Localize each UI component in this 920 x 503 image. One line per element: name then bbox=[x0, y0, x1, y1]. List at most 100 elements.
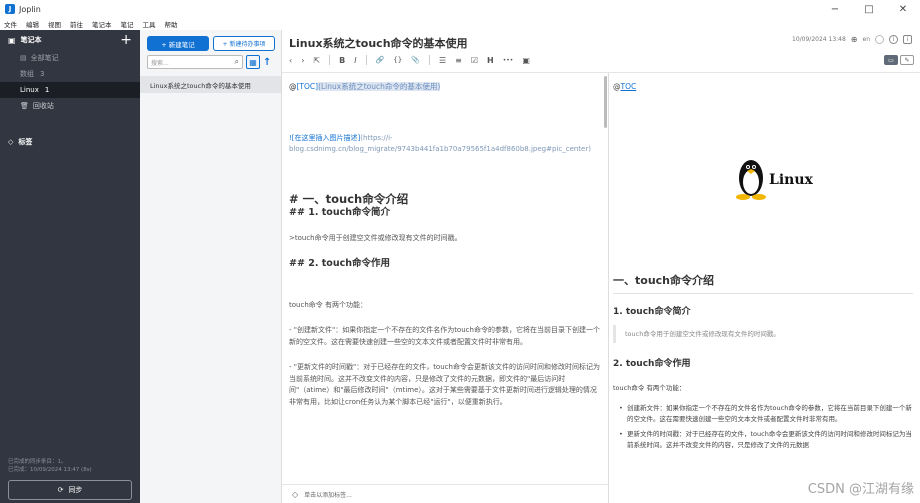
md-heading-2b: ## 2. touch命令作用 bbox=[289, 258, 390, 269]
info-icon[interactable]: i bbox=[903, 35, 912, 44]
trash-icon: 🗑 bbox=[20, 102, 29, 110]
pv-blockquote: touch命令用于创建空文件或修改现有文件的时间戳。 bbox=[613, 325, 913, 343]
sidebar-item-linux[interactable]: Linux 1 bbox=[0, 82, 140, 98]
sync-info: 已完成的同步条目：1。 已完成：10/09/2024 13:47 (8s) bbox=[8, 458, 92, 474]
calendar-icon: ▦ bbox=[249, 57, 257, 67]
md-heading-2a: ## 1. touch命令简介 bbox=[289, 207, 390, 218]
menu-help[interactable]: 帮助 bbox=[165, 19, 178, 29]
linux-logo-image: Linux bbox=[736, 160, 814, 200]
forward-icon[interactable]: › bbox=[301, 56, 304, 65]
attach-icon[interactable]: 📎 bbox=[411, 56, 420, 64]
layout-toggle: ▭ ✎ bbox=[884, 55, 914, 65]
spellcheck-language[interactable]: en bbox=[863, 36, 871, 43]
notebooks-header[interactable]: ▣ 笔记本 + bbox=[0, 30, 140, 50]
minimize-button[interactable]: − bbox=[818, 0, 852, 18]
sort-direction-icon[interactable]: ↑ bbox=[263, 57, 271, 68]
new-note-button[interactable]: + 新建笔记 bbox=[147, 36, 209, 51]
toolbar-divider bbox=[329, 55, 331, 65]
editor-toolbar: ‹ › ⇱ B I 🔗 {} 📎 ☰ ≡ ☑ H ••• ▣ bbox=[289, 55, 530, 65]
notebook-count: 1 bbox=[44, 86, 50, 94]
md-toc-line: @[TOC](Linux系统之touch命令的基本使用) bbox=[289, 81, 600, 93]
note-meta: 10/09/2024 13:48 ⊕ en i i bbox=[792, 35, 912, 44]
editor-panel: Linux系统之touch命令的基本使用 10/09/2024 13:48 ⊕ … bbox=[282, 30, 920, 503]
link-icon[interactable]: 🔗 bbox=[376, 56, 385, 64]
external-edit-icon[interactable]: ⇱ bbox=[313, 56, 320, 65]
tags-header[interactable]: ◇ 标签 bbox=[0, 132, 140, 152]
md-toc-link: [TOC] bbox=[296, 82, 319, 91]
linux-logo-text: Linux bbox=[769, 172, 814, 188]
search-placeholder: 搜索... bbox=[151, 59, 169, 67]
note-list-panel: + 新建笔记 + 新建待办事项 搜索... ⌕ ▦ ↑ Linux系统之touc… bbox=[140, 30, 282, 503]
sync-status-line: 已完成的同步条目：1。 bbox=[8, 459, 67, 465]
sync-button[interactable]: ⟳ 同步 bbox=[8, 480, 132, 500]
split-view-icon[interactable]: ▭ bbox=[884, 55, 898, 65]
toolbar-divider bbox=[365, 55, 367, 65]
bullet-list-icon[interactable]: ☰ bbox=[439, 56, 446, 65]
toolbar-divider bbox=[428, 55, 430, 65]
editor-scrollbar[interactable] bbox=[604, 76, 607, 128]
menu-file[interactable]: 文件 bbox=[4, 19, 17, 29]
tag-bar[interactable]: ◇ 单击以添加标签... bbox=[282, 484, 608, 503]
tag-bar-placeholder: 单击以添加标签... bbox=[304, 491, 352, 499]
menu-tools[interactable]: 工具 bbox=[143, 19, 156, 29]
pv-list: 创建新文件：如果你指定一个不存在的文件名作为touch命令的参数，它将在当前目录… bbox=[613, 403, 913, 455]
code-icon[interactable]: {} bbox=[393, 56, 402, 64]
markdown-editor[interactable]: @[TOC](Linux系统之touch命令的基本使用) ![在这里插入图片描述… bbox=[282, 73, 608, 503]
title-bar: J Joplin − □ ✕ bbox=[0, 0, 920, 18]
pv-toc-link[interactable]: TOC bbox=[621, 82, 637, 91]
sidebar-item-arrays[interactable]: 数组 3 bbox=[0, 66, 140, 82]
alarm-icon[interactable] bbox=[875, 35, 884, 44]
search-icon: ⌕ bbox=[234, 57, 239, 66]
menu-go[interactable]: 前往 bbox=[70, 19, 83, 29]
notebooks-label: 笔记本 bbox=[20, 36, 42, 44]
note-date[interactable]: 10/09/2024 13:48 bbox=[792, 36, 846, 43]
pv-at-sign: @ bbox=[613, 82, 621, 91]
new-todo-button[interactable]: + 新建待办事项 bbox=[213, 36, 275, 51]
close-button[interactable]: ✕ bbox=[886, 0, 920, 18]
pv-list-item-2: 更新文件的时间戳：对于已经存在的文件，touch命令会更新该文件的访问时间和修改… bbox=[613, 429, 913, 451]
list-item[interactable]: Linux系统之touch命令的基本使用 bbox=[140, 76, 281, 93]
edit-mode-icon[interactable]: ✎ bbox=[900, 55, 914, 65]
md-list-item-2: - "更新文件的时间戳"：对于已经存在的文件，touch命令会更新该文件的访问时… bbox=[289, 363, 600, 406]
menu-note[interactable]: 笔记 bbox=[121, 19, 134, 29]
joplin-logo-icon: J bbox=[5, 4, 15, 14]
menu-bar: 文件 编辑 视图 前往 笔记本 笔记 工具 帮助 bbox=[0, 18, 920, 30]
all-notes-icon: ▤ bbox=[20, 54, 27, 62]
search-input[interactable]: 搜索... ⌕ bbox=[147, 55, 243, 69]
sort-order-button[interactable]: ▦ bbox=[246, 55, 260, 69]
maximize-button[interactable]: □ bbox=[852, 0, 886, 18]
sync-time-line: 已完成：10/09/2024 13:47 (8s) bbox=[8, 467, 92, 473]
checklist-icon[interactable]: ☑ bbox=[471, 56, 478, 65]
sidebar-item-label: 全部笔记 bbox=[30, 54, 59, 62]
md-image-line: ![在这里插入图片描述](https://i-blog.csdnimg.cn/b… bbox=[289, 133, 600, 156]
bold-icon[interactable]: B bbox=[339, 56, 345, 65]
menu-edit[interactable]: 编辑 bbox=[26, 19, 39, 29]
italic-icon[interactable]: I bbox=[354, 56, 356, 65]
window-title: Joplin bbox=[19, 4, 41, 14]
note-properties-icon[interactable]: i bbox=[889, 35, 898, 44]
sidebar-item-trash[interactable]: 🗑 回收站 bbox=[0, 98, 140, 114]
image-caption: · bbox=[889, 258, 890, 262]
horizontal-rule-icon[interactable]: ••• bbox=[503, 57, 514, 64]
globe-icon: ⊕ bbox=[850, 35, 858, 44]
markdown-preview: @TOC Linux · 一、touch命令介绍 1. touch命令简介 to… bbox=[609, 73, 920, 503]
sidebar-item-label: 数组 bbox=[20, 70, 34, 78]
numbered-list-icon[interactable]: ≡ bbox=[455, 56, 462, 65]
notebook-icon: ▣ bbox=[8, 35, 16, 45]
md-quote: >touch命令用于创建空文件或修改现有文件的时间戳。 bbox=[289, 233, 462, 242]
sidebar-item-all-notes[interactable]: ▤ 全部笔记 bbox=[0, 50, 140, 66]
add-notebook-button[interactable]: + bbox=[120, 32, 132, 48]
insert-date-icon[interactable]: ▣ bbox=[522, 56, 530, 65]
sidebar-item-label: 回收站 bbox=[32, 102, 54, 110]
heading-icon[interactable]: H bbox=[487, 56, 494, 65]
window-controls: − □ ✕ bbox=[818, 0, 920, 18]
menu-view[interactable]: 视图 bbox=[48, 19, 61, 29]
menu-notebook[interactable]: 笔记本 bbox=[92, 19, 112, 29]
sync-button-label: 同步 bbox=[68, 486, 83, 494]
sidebar: ▣ 笔记本 + ▤ 全部笔记 数组 3 Linux 1 🗑 回收站 ◇ 标签 已… bbox=[0, 30, 140, 503]
note-title-input[interactable]: Linux系统之touch命令的基本使用 bbox=[289, 35, 468, 51]
tag-add-icon: ◇ bbox=[292, 489, 299, 499]
pv-paragraph: touch命令 有两个功能： bbox=[613, 384, 686, 392]
back-icon[interactable]: ‹ bbox=[289, 56, 292, 65]
md-list-item-1: - "创建新文件"：如果你指定一个不存在的文件名作为touch命令的参数，它将在… bbox=[289, 326, 600, 346]
